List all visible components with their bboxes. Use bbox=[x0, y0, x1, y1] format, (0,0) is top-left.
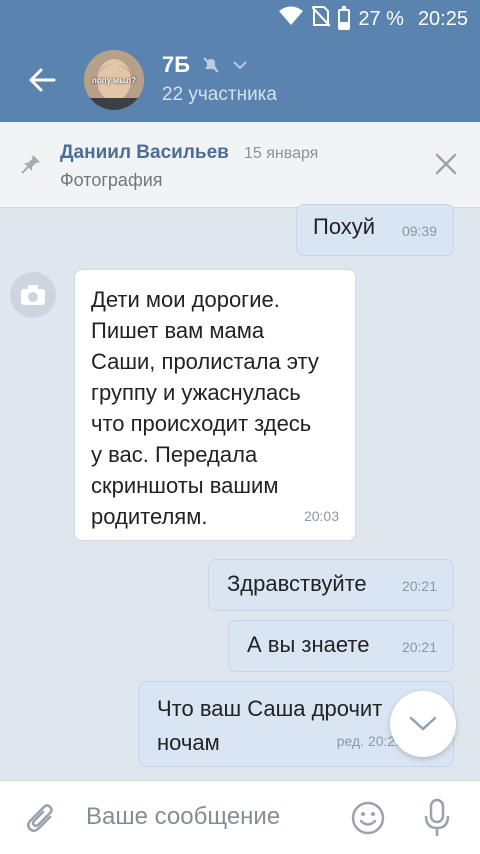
message-time: 20:03 bbox=[303, 508, 339, 524]
no-sim-icon bbox=[311, 5, 332, 33]
message-line: у вас. Передала bbox=[91, 442, 258, 467]
message-time: 09:39 bbox=[401, 223, 437, 239]
message-line: родителям. bbox=[91, 504, 208, 529]
message-time: 20:21 bbox=[401, 578, 437, 594]
message-time: 20:21 bbox=[401, 639, 437, 655]
battery-level: 27 % bbox=[358, 7, 404, 30]
chevron-down-icon bbox=[232, 60, 248, 70]
message-line: скриншоты вашим bbox=[91, 473, 279, 498]
message-line: Саши, пролистала эту bbox=[91, 349, 319, 374]
close-icon[interactable] bbox=[434, 152, 458, 181]
chevron-down-icon bbox=[409, 716, 437, 731]
message-line: группу и ужаснулась bbox=[91, 380, 301, 405]
pinned-author: Даниил Васильев bbox=[60, 142, 229, 163]
chat-header: попу мыл? 7Б 22 участника bbox=[0, 38, 480, 122]
pinned-message[interactable]: Даниил Васильев 15 января Фотография bbox=[0, 122, 480, 208]
back-button[interactable] bbox=[22, 60, 62, 100]
camera-icon bbox=[21, 285, 45, 305]
chat-title-text: 7Б bbox=[162, 52, 191, 77]
message-line: что происходит здесь bbox=[91, 411, 312, 436]
paperclip-icon[interactable] bbox=[26, 803, 58, 842]
pinned-date: 15 января bbox=[244, 145, 319, 162]
chat-title[interactable]: 7Б bbox=[162, 52, 248, 78]
sender-avatar[interactable] bbox=[10, 272, 56, 318]
chat-avatar[interactable]: попу мыл? bbox=[84, 50, 144, 110]
message-bubble-in[interactable]: Дети мои дорогие. Пишет вам мама Саши, п… bbox=[74, 269, 356, 541]
message-input[interactable]: Ваше сообщение bbox=[86, 803, 280, 831]
scroll-down-button[interactable] bbox=[390, 691, 456, 757]
wifi-icon bbox=[278, 6, 304, 32]
message-bubble-out[interactable]: Здравствуйте 20:21 bbox=[208, 559, 454, 611]
chat-members-count: 22 участника bbox=[162, 84, 277, 105]
arrow-left-icon bbox=[29, 68, 56, 92]
message-line: Дети мои дорогие. bbox=[91, 287, 280, 312]
message-text: Похуй bbox=[313, 214, 376, 239]
pin-icon bbox=[20, 153, 42, 180]
message-line: Пишет вам мама bbox=[91, 318, 265, 343]
status-bar: 27 % 20:25 bbox=[0, 0, 480, 38]
message-bubble-out[interactable]: А вы знаете 20:21 bbox=[228, 620, 454, 672]
muted-icon bbox=[202, 56, 220, 74]
avatar-caption: попу мыл? bbox=[92, 76, 136, 85]
microphone-icon[interactable] bbox=[422, 798, 452, 843]
message-text: А вы знаете bbox=[247, 632, 370, 657]
emoji-icon[interactable] bbox=[350, 800, 386, 841]
message-composer: Ваше сообщение bbox=[0, 780, 480, 854]
message-bubble-out[interactable]: Похуй 09:39 bbox=[296, 204, 454, 256]
top-bar: 27 % 20:25 попу мыл? 7Б 22 участника bbox=[0, 0, 480, 122]
pinned-content: Фотография bbox=[60, 170, 163, 190]
battery-icon bbox=[338, 5, 351, 30]
clock: 20:25 bbox=[417, 7, 468, 30]
message-text: Здравствуйте bbox=[227, 571, 367, 596]
